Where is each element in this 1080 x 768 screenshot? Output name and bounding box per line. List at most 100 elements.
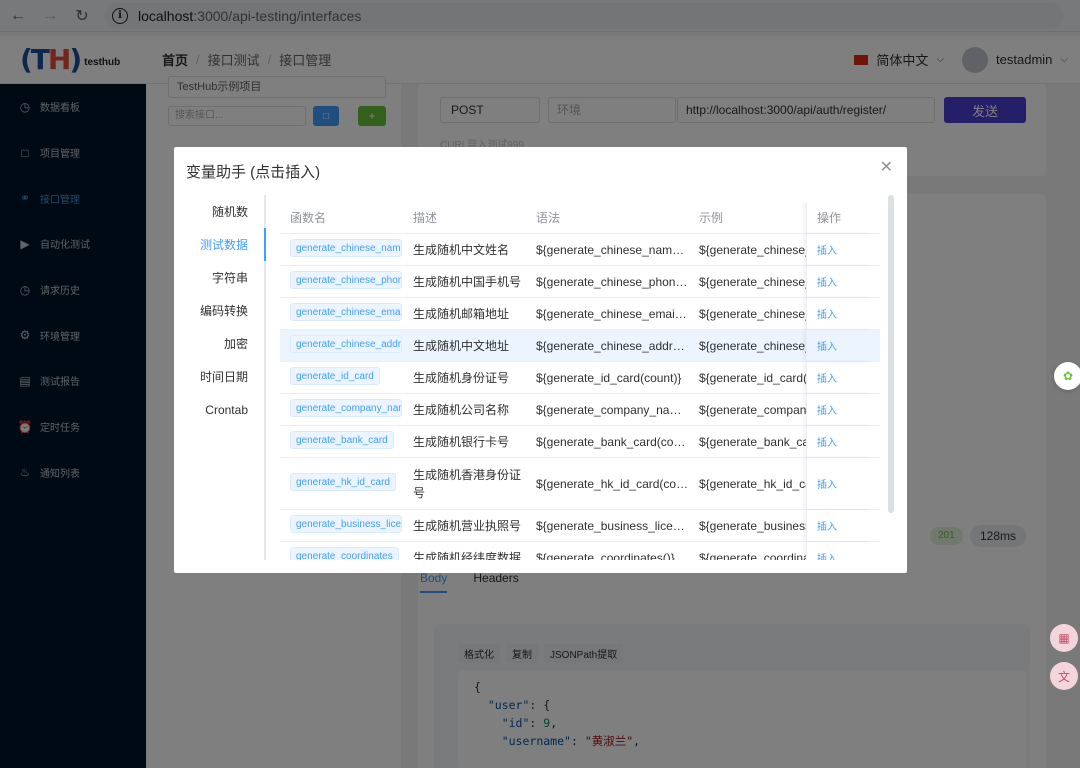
category-encryption[interactable]: 加密 bbox=[174, 327, 264, 360]
qr-icon[interactable]: ▦ bbox=[1050, 624, 1078, 652]
function-name-cell: generate_chinese_phone bbox=[280, 271, 403, 292]
column-header-action: 操作 bbox=[806, 202, 872, 233]
table-scrollbar[interactable] bbox=[888, 195, 894, 513]
action-cell: 插入 bbox=[806, 234, 872, 265]
function-name-tag[interactable]: generate_bank_card bbox=[290, 431, 394, 449]
close-icon[interactable]: ✕ bbox=[880, 157, 893, 177]
function-name-cell: generate_hk_id_card bbox=[280, 473, 403, 494]
table-row[interactable]: generate_business_license 生成随机营业执照号 ${gene… bbox=[280, 510, 880, 542]
syntax-cell: ${generate_chinese_address()} bbox=[536, 338, 689, 353]
description-cell: 生成随机中文地址 bbox=[413, 338, 510, 353]
function-name-cell: generate_id_card bbox=[280, 367, 403, 388]
description-cell: 生成随机银行卡号 bbox=[413, 434, 510, 449]
insert-link[interactable]: 插入 bbox=[817, 338, 837, 353]
category-menu: 随机数 测试数据 字符串 编码转换 加密 时间日期 Crontab bbox=[174, 195, 266, 560]
action-cell: 插入 bbox=[806, 330, 872, 361]
dialog-title: 变量助手 (点击插入) bbox=[186, 164, 321, 181]
function-name-tag[interactable]: generate_business_license bbox=[290, 515, 402, 533]
table-row[interactable]: generate_chinese_email 生成随机邮箱地址 ${generate… bbox=[280, 298, 880, 330]
action-cell: 插入 bbox=[806, 458, 872, 509]
category-test-data[interactable]: 测试数据 bbox=[174, 228, 266, 261]
function-name-tag[interactable]: generate_chinese_phone bbox=[290, 271, 402, 289]
description-cell: 生成随机身份证号 bbox=[413, 370, 510, 385]
leaf-icon[interactable]: ✿ bbox=[1054, 362, 1080, 390]
description-cell: 生成随机经纬度数据 bbox=[413, 550, 522, 561]
example-cell: ${generate_bank_card(1)} bbox=[699, 434, 806, 449]
category-datetime[interactable]: 时间日期 bbox=[174, 360, 264, 393]
syntax-cell: ${generate_chinese_email()} bbox=[536, 306, 689, 321]
syntax-cell: ${generate_chinese_phone()} bbox=[536, 274, 689, 289]
example-cell: ${generate_hk_id_card(1)} bbox=[699, 476, 806, 491]
syntax-cell: ${generate_business_license()} bbox=[536, 518, 689, 533]
category-random[interactable]: 随机数 bbox=[174, 195, 264, 228]
action-cell: 插入 bbox=[806, 298, 872, 329]
insert-link[interactable]: 插入 bbox=[817, 402, 837, 417]
function-name-tag[interactable]: generate_id_card bbox=[290, 367, 380, 385]
function-name-tag[interactable]: generate_coordinates bbox=[290, 547, 399, 560]
insert-link[interactable]: 插入 bbox=[817, 476, 837, 491]
table-row[interactable]: generate_chinese_name 生成随机中文姓名 ${generate_… bbox=[280, 234, 880, 266]
function-name-tag[interactable]: generate_chinese_address bbox=[290, 335, 402, 353]
action-cell: 插入 bbox=[806, 510, 872, 541]
description-cell: 生成随机公司名称 bbox=[413, 402, 510, 417]
table-row[interactable]: generate_hk_id_card 生成随机香港身份证号 ${generate_… bbox=[280, 458, 880, 510]
action-cell: 插入 bbox=[806, 394, 872, 425]
category-crontab[interactable]: Crontab bbox=[174, 393, 264, 426]
table-row[interactable]: generate_coordinates 生成随机经纬度数据 ${generate_… bbox=[280, 542, 880, 560]
category-encoding[interactable]: 编码转换 bbox=[174, 294, 264, 327]
table-row[interactable]: generate_chinese_address 生成随机中文地址 ${genera… bbox=[280, 330, 880, 362]
insert-link[interactable]: 插入 bbox=[817, 518, 837, 533]
insert-link[interactable]: 插入 bbox=[817, 242, 837, 257]
table-row[interactable]: generate_company_name 生成随机公司名称 ${generate_… bbox=[280, 394, 880, 426]
insert-link[interactable]: 插入 bbox=[817, 306, 837, 321]
function-name-tag[interactable]: generate_company_name bbox=[290, 399, 402, 417]
example-cell: ${generate_coordinates()} bbox=[699, 550, 806, 561]
function-name-tag[interactable]: generate_chinese_email bbox=[290, 303, 402, 321]
action-cell: 插入 bbox=[806, 542, 872, 560]
table-row[interactable]: generate_chinese_phone 生成随机中国手机号 ${generat… bbox=[280, 266, 880, 298]
function-name-tag[interactable]: generate_chinese_name bbox=[290, 239, 402, 257]
insert-link[interactable]: 插入 bbox=[817, 370, 837, 385]
example-cell: ${generate_id_card(1)} bbox=[699, 370, 806, 385]
variable-helper-dialog: 变量助手 (点击插入) ✕ 随机数 测试数据 字符串 编码转换 加密 时间日期 … bbox=[174, 147, 907, 573]
description-cell: 生成随机香港身份证号 bbox=[413, 467, 522, 500]
function-name-cell: generate_chinese_address bbox=[280, 335, 403, 356]
action-cell: 插入 bbox=[806, 266, 872, 297]
function-name-cell: generate_business_license bbox=[280, 515, 403, 536]
syntax-cell: ${generate_chinese_name()} bbox=[536, 242, 689, 257]
function-name-cell: generate_chinese_email bbox=[280, 303, 403, 324]
example-cell: ${generate_chinese_address()} bbox=[699, 338, 806, 353]
action-cell: 插入 bbox=[806, 426, 872, 457]
description-cell: 生成随机中国手机号 bbox=[413, 274, 522, 289]
insert-link[interactable]: 插入 bbox=[817, 550, 837, 560]
table-row[interactable]: generate_id_card 生成随机身份证号 ${generate_id_ca… bbox=[280, 362, 880, 394]
function-name-cell: generate_company_name bbox=[280, 399, 403, 420]
syntax-cell: ${generate_hk_id_card(count)} bbox=[536, 476, 689, 491]
function-name-cell: generate_bank_card bbox=[280, 431, 403, 452]
function-table: 函数名 描述 语法 示例 操作 generate_chinese_name 生成随… bbox=[280, 202, 880, 560]
action-cell: 插入 bbox=[806, 362, 872, 393]
translate-icon[interactable]: 文 bbox=[1050, 662, 1078, 690]
insert-link[interactable]: 插入 bbox=[817, 434, 837, 449]
column-header-example: 示例 bbox=[699, 211, 724, 225]
table-row[interactable]: generate_bank_card 生成随机银行卡号 ${generate_ban… bbox=[280, 426, 880, 458]
table-header: 函数名 描述 语法 示例 操作 bbox=[280, 202, 880, 234]
category-string[interactable]: 字符串 bbox=[174, 261, 264, 294]
example-cell: ${generate_chinese_email()} bbox=[699, 306, 806, 321]
description-cell: 生成随机中文姓名 bbox=[413, 242, 510, 257]
example-cell: ${generate_business_license()} bbox=[699, 518, 806, 533]
example-cell: ${generate_chinese_name()} bbox=[699, 242, 806, 257]
syntax-cell: ${generate_id_card(count)} bbox=[536, 370, 682, 385]
example-cell: ${generate_company_name()} bbox=[699, 402, 806, 417]
function-name-cell: generate_coordinates bbox=[280, 547, 403, 560]
description-cell: 生成随机营业执照号 bbox=[413, 518, 522, 533]
insert-link[interactable]: 插入 bbox=[817, 274, 837, 289]
example-cell: ${generate_chinese_phone()} bbox=[699, 274, 806, 289]
column-header-desc: 描述 bbox=[413, 210, 438, 225]
function-name-cell: generate_chinese_name bbox=[280, 239, 403, 260]
column-header-syntax: 语法 bbox=[536, 211, 561, 225]
syntax-cell: ${generate_company_name()} bbox=[536, 402, 689, 417]
function-name-tag[interactable]: generate_hk_id_card bbox=[290, 473, 396, 491]
syntax-cell: ${generate_coordinates()} bbox=[536, 550, 675, 561]
description-cell: 生成随机邮箱地址 bbox=[413, 306, 510, 321]
